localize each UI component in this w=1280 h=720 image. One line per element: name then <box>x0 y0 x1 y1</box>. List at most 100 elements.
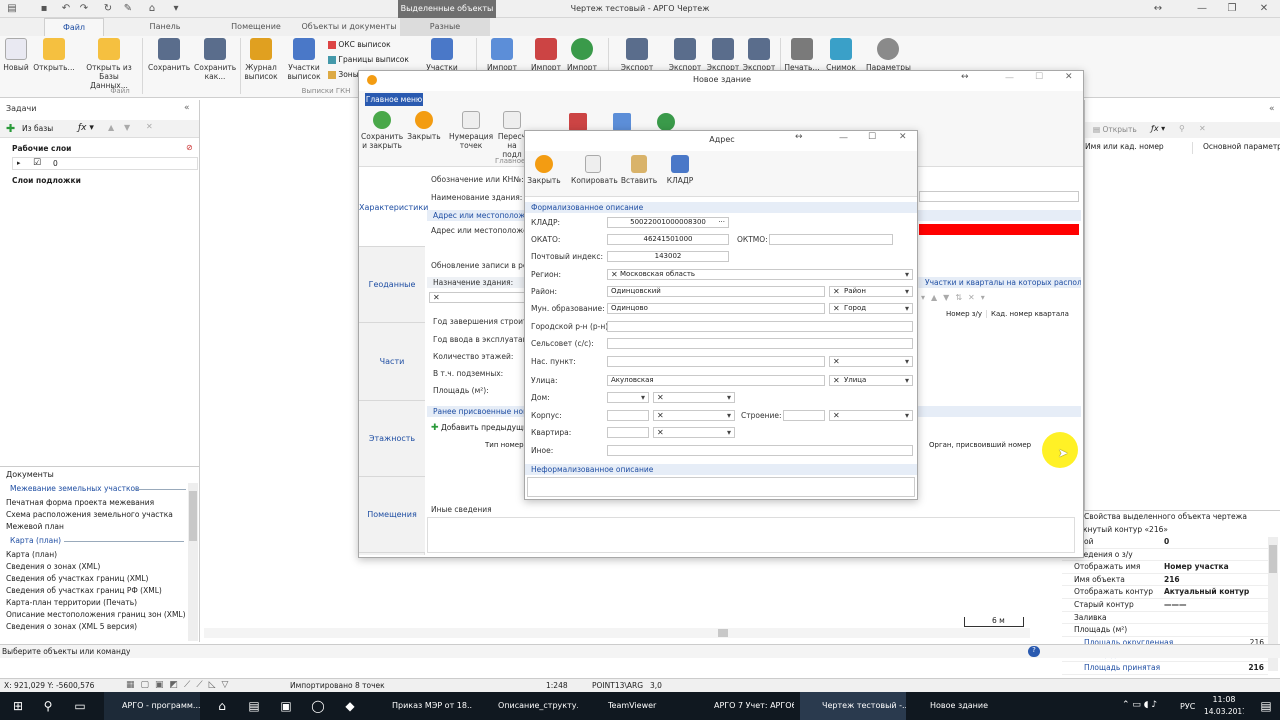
tab-main-menu[interactable]: Главное меню <box>365 93 423 106</box>
search-icon[interactable]: ⚲ <box>1179 124 1185 133</box>
clear-icon[interactable]: ✕ <box>657 428 664 437</box>
property-row[interactable]: Площадь (м²) <box>1062 624 1268 637</box>
doc-item[interactable]: Печатная форма проекта межевания <box>6 498 154 507</box>
doc-item[interactable]: Описание местоположения границ зон (XML) <box>6 610 186 619</box>
open-db-button[interactable]: Открыть из Базы Данных... <box>80 38 138 90</box>
structure-input[interactable] <box>783 410 825 421</box>
taskbar-item[interactable]: Чертеж тестовый -... <box>800 692 906 720</box>
doc-group-survey[interactable]: Межевание земельных участков <box>10 484 139 493</box>
address-close-button[interactable]: Закрыть <box>527 155 561 185</box>
horizontal-scrollbar[interactable] <box>204 628 1030 638</box>
chevron-down-icon[interactable]: ▾ <box>727 411 731 420</box>
paste-button[interactable]: Вставить <box>619 155 659 185</box>
close-icon[interactable]: ✕ <box>1065 72 1073 82</box>
preview-icon[interactable] <box>613 113 631 131</box>
chevron-down-icon[interactable]: ▾ <box>905 376 909 385</box>
column-type[interactable]: Тип номера <box>485 441 528 449</box>
column-assigned[interactable]: Орган, присвоивший номер <box>929 441 1031 449</box>
collapse-right-icon[interactable]: « <box>1269 104 1275 114</box>
add-icon[interactable]: ✚ <box>6 122 15 135</box>
purpose-input[interactable]: ✕ <box>429 292 529 303</box>
district-input[interactable]: Одинцовский <box>607 286 825 297</box>
clock-time[interactable]: 11:08 <box>1206 695 1242 704</box>
function-icon[interactable]: ƒx ▾ <box>78 123 94 133</box>
district-type-select[interactable]: ✕ Район ▾ <box>829 286 913 297</box>
language-indicator[interactable]: РУС <box>1180 702 1195 711</box>
parcels-button[interactable]: Участки <box>424 38 460 72</box>
tab-room[interactable]: Помещение <box>228 18 284 36</box>
new-button[interactable]: Новый <box>2 38 30 72</box>
taskbar-item[interactable]: TeamViewer <box>584 692 684 720</box>
opera-icon[interactable]: ◯ <box>304 692 332 720</box>
taskbar-item[interactable]: АРГО 7 Учет: АРГО6 <box>690 692 794 720</box>
scroll-thumb[interactable] <box>189 491 197 541</box>
settlement-input[interactable] <box>607 356 825 367</box>
app-icon[interactable]: ◆ <box>336 692 364 720</box>
resize-icon[interactable]: ↔ <box>795 132 803 142</box>
oks-extract-button[interactable]: ОКС выписок <box>328 40 391 49</box>
house-input[interactable]: ▾ <box>607 392 649 403</box>
clear-icon[interactable]: ✕ <box>433 293 440 302</box>
column-name[interactable]: Имя или кад. номер <box>1085 142 1193 154</box>
eye-off-icon[interactable]: ⊘ <box>186 143 193 152</box>
home-icon[interactable]: ⌂ <box>146 3 158 15</box>
save-button[interactable]: Сохранить <box>148 38 190 72</box>
store-icon[interactable]: ⌂ <box>208 692 236 720</box>
tools-icon[interactable]: ✎ <box>122 3 134 15</box>
informal-input[interactable] <box>527 477 915 497</box>
property-row[interactable]: Заливка <box>1062 612 1268 625</box>
copy-button[interactable]: Копировать <box>571 155 618 185</box>
tab-objects-docs[interactable]: Объекты и документы <box>300 18 398 36</box>
parcels-toolbar-icons[interactable]: ▾▲▼⇅✕▾ <box>921 293 991 302</box>
doc-item[interactable]: Сведения об участках границ (XML) <box>6 574 148 583</box>
chevron-down-icon[interactable]: ▾ <box>905 287 909 296</box>
taskbar-item[interactable]: Новое здание <box>910 692 1000 720</box>
taskbar-item[interactable]: АРГО - программ... <box>104 692 200 720</box>
export-button-3[interactable]: Экспорт <box>706 38 740 72</box>
clock-date[interactable]: 14.03.2017 <box>1204 707 1244 716</box>
minimize-icon[interactable]: — <box>839 133 848 143</box>
import-button-2[interactable]: Импорт <box>530 38 562 72</box>
save-close-button[interactable]: Сохранить и закрыть <box>361 111 403 150</box>
checkbox-checked-icon[interactable]: ☑ <box>33 158 41 168</box>
tab-file[interactable]: Файл <box>44 18 104 36</box>
okato-input[interactable]: 46241501000 <box>607 234 729 245</box>
app-icon[interactable]: ▣ <box>272 692 300 720</box>
house-type-select[interactable]: ✕ ▾ <box>653 392 735 403</box>
tab-floors[interactable]: Этажность <box>359 401 425 477</box>
redo-icon[interactable]: ↷ <box>78 3 90 15</box>
delete-icon[interactable]: ✕ <box>146 122 153 131</box>
expand-icon[interactable]: ▸ <box>17 159 21 167</box>
close-icon[interactable]: ✕ <box>899 132 907 142</box>
street-input[interactable]: Акуловская <box>607 375 825 386</box>
village-council-input[interactable] <box>607 338 913 349</box>
layer-row[interactable]: ▸ ☑ 0 <box>12 157 198 170</box>
apartment-input[interactable] <box>607 427 649 438</box>
export-button-4[interactable]: Экспорт <box>742 38 776 72</box>
refresh-icon[interactable]: ↻ <box>102 3 114 15</box>
open-button[interactable]: ▤ Открыть <box>1093 125 1137 134</box>
building-type-select[interactable]: ✕ ▾ <box>653 410 735 421</box>
search-icon[interactable]: ⚲ <box>34 692 62 720</box>
street-type-select[interactable]: ✕ Улица ▾ <box>829 375 913 386</box>
tab-rooms[interactable]: Помещения <box>359 477 425 553</box>
doc-item[interactable]: Межевой план <box>6 522 64 531</box>
kladr-input[interactable]: 50022001000008300 ··· <box>607 217 729 228</box>
kladr-button[interactable]: КЛАДР <box>663 155 697 185</box>
oktmo-input[interactable] <box>769 234 893 245</box>
close-icon[interactable]: ✕ <box>1258 3 1270 15</box>
clear-icon[interactable]: ✕ <box>833 376 840 385</box>
arrow-up-icon[interactable]: ▲ <box>108 123 114 132</box>
tab-characteristics[interactable]: Характеристики <box>359 169 428 247</box>
property-row[interactable]: Отображать имя Номер участка <box>1062 561 1268 574</box>
collapse-icon[interactable]: « <box>184 103 190 113</box>
clear-icon[interactable]: ✕ <box>833 287 840 296</box>
doc-item[interactable]: Сведения о зонах (XML) <box>6 562 100 571</box>
property-row[interactable]: Отображать контур Актуальный контур <box>1062 586 1268 599</box>
scroll-thumb[interactable] <box>718 629 728 637</box>
arrow-down-icon[interactable]: ▼ <box>124 123 130 132</box>
params-button[interactable]: Параметры <box>866 38 911 72</box>
doc-item[interactable]: Карта-план территории (Печать) <box>6 598 137 607</box>
resize-icon[interactable]: ↔ <box>1152 3 1164 15</box>
municipal-type-select[interactable]: ✕ Город ▾ <box>829 303 913 314</box>
